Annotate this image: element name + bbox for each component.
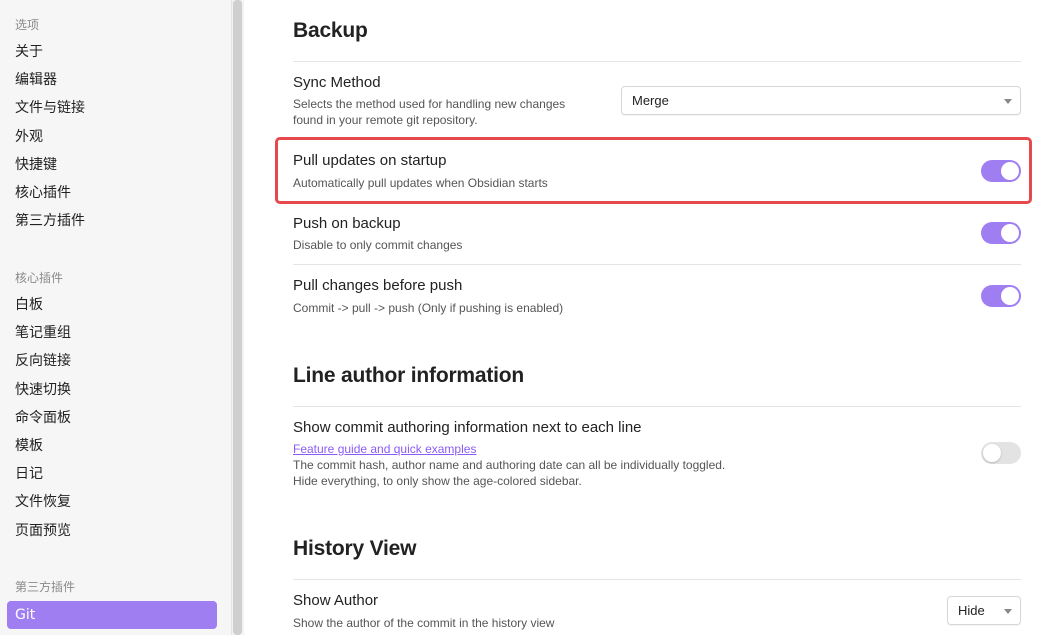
section-title-line-author: Line author information [293,364,525,387]
sidebar-item-core-plugins[interactable]: 核心插件 [7,179,217,207]
show-commit-info-toggle[interactable] [981,442,1021,464]
sidebar-item-hotkeys[interactable]: 快捷键 [7,151,217,179]
sidebar-item-quick-switcher[interactable]: 快速切换 [7,376,217,404]
setting-desc-show-commit-info-line1: The commit hash, author name and authori… [293,458,726,472]
chevron-down-icon [1004,609,1012,614]
feature-guide-link[interactable]: Feature guide and quick examples [293,442,476,456]
sidebar-scrollbar-thumb[interactable] [233,0,242,635]
sidebar-item-appearance[interactable]: 外观 [7,123,217,151]
setting-desc-show-author: Show the author of the commit in the his… [293,616,555,630]
sidebar-item-git[interactable]: Git [7,601,217,629]
sync-method-value: Merge [632,93,669,108]
toggle-knob [983,444,1001,462]
settings-sidebar: 选项 关于 编辑器 文件与链接 外观 快捷键 核心插件 第三方插件 核心插件 白… [0,0,232,635]
show-author-value: Hide [958,603,985,618]
sidebar-item-note-composer[interactable]: 笔记重组 [7,319,217,347]
setting-name-show-commit-info: Show commit authoring information next t… [293,419,642,436]
pull-on-startup-toggle[interactable] [981,160,1021,182]
sidebar-item-canvas[interactable]: 白板 [7,291,217,319]
sidebar-section-core-plugins: 核心插件 [15,271,64,285]
setting-name-show-author: Show Author [293,592,379,609]
setting-name-push-on-backup: Push on backup [293,215,401,232]
sidebar-item-editor[interactable]: 编辑器 [7,66,217,94]
setting-name-pull-on-startup: Pull updates on startup [293,152,447,169]
divider [293,264,1021,265]
sidebar-item-file-recovery[interactable]: 文件恢复 [7,488,217,516]
settings-content: Backup Sync Method Selects the method us… [244,0,1049,635]
sidebar-section-options: 选项 [15,18,40,32]
sidebar-item-files-links[interactable]: 文件与链接 [7,94,217,122]
divider [293,61,1021,62]
sidebar-item-templates[interactable]: 模板 [7,432,217,460]
push-on-backup-toggle[interactable] [981,222,1021,244]
toggle-knob [1001,224,1019,242]
show-author-dropdown[interactable]: Hide [947,596,1021,625]
pull-before-push-toggle[interactable] [981,285,1021,307]
sidebar-item-command-palette[interactable]: 命令面板 [7,404,217,432]
sidebar-item-daily-notes[interactable]: 日记 [7,460,217,488]
section-title-history-view: History View [293,537,417,560]
setting-desc-pull-before-push: Commit -> pull -> push (Only if pushing … [293,301,564,315]
sidebar-item-about[interactable]: 关于 [7,38,217,66]
setting-desc-show-commit-info-line2: Hide everything, to only show the age-co… [293,474,582,488]
highlight-box [275,137,1032,204]
divider [293,406,1021,407]
setting-name-sync-method: Sync Method [293,74,381,91]
sidebar-item-backlinks[interactable]: 反向链接 [7,347,217,375]
setting-name-pull-before-push: Pull changes before push [293,277,463,294]
chevron-down-icon [1004,99,1012,104]
sidebar-item-page-preview[interactable]: 页面预览 [7,517,217,545]
sync-method-dropdown[interactable]: Merge [621,86,1021,115]
divider [293,579,1021,580]
sidebar-item-community-plugins[interactable]: 第三方插件 [7,207,217,235]
toggle-knob [1001,287,1019,305]
setting-desc-pull-on-startup: Automatically pull updates when Obsidian… [293,176,548,190]
sidebar-section-community-plugins: 第三方插件 [15,580,76,594]
toggle-knob [1001,162,1019,180]
section-title-backup: Backup [293,19,368,42]
setting-desc-push-on-backup: Disable to only commit changes [293,238,463,252]
